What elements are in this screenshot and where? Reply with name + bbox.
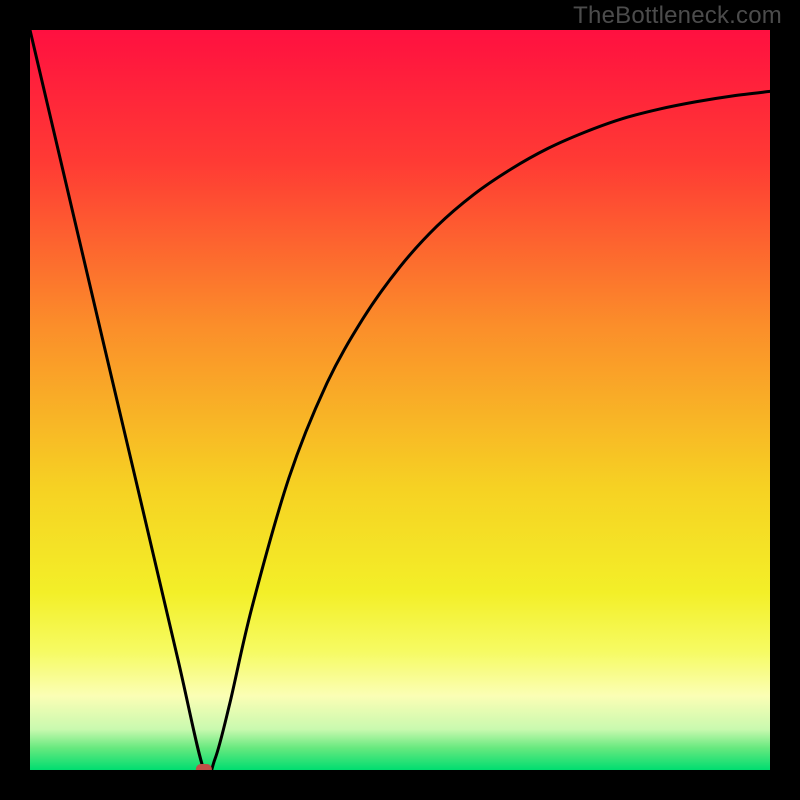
watermark-text: TheBottleneck.com <box>573 2 782 30</box>
chart-svg <box>30 30 770 770</box>
minimum-marker <box>196 764 212 770</box>
chart-background <box>30 30 770 770</box>
chart-plot-area <box>30 30 770 770</box>
